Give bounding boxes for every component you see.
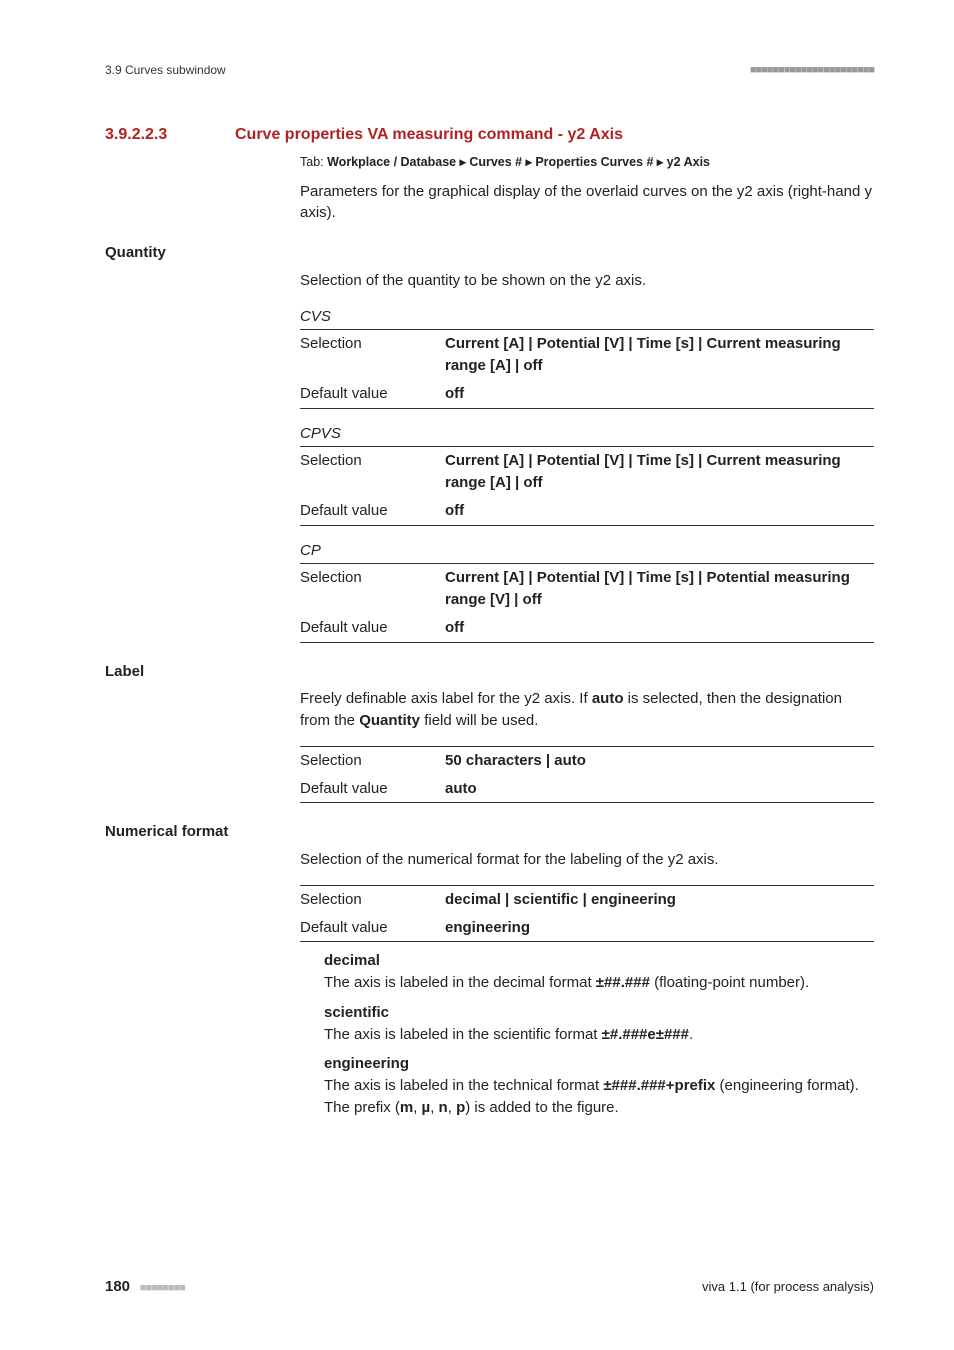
- label-heading: Label: [105, 661, 874, 683]
- table-cp: Selection Current [A] | Potential [V] | …: [300, 563, 874, 642]
- group-name-cvs: CVS: [300, 306, 874, 328]
- quantity-desc: Selection of the quantity to be shown on…: [300, 270, 874, 292]
- table-row: Default value off: [300, 614, 874, 642]
- cell-label: Default value: [300, 914, 445, 942]
- table-label: Selection 50 characters | auto Default v…: [300, 746, 874, 804]
- table-row: Selection Current [A] | Potential [V] | …: [300, 330, 874, 380]
- cell-value: off: [445, 497, 874, 525]
- footer-left: 180 ■■■■■■■■: [105, 1276, 185, 1298]
- cell-label: Default value: [300, 380, 445, 408]
- section-heading-row: 3.9.2.2.3 Curve properties VA measuring …: [105, 123, 874, 146]
- cell-value: Current [A] | Potential [V] | Time [s] |…: [445, 564, 874, 614]
- def-title: engineering: [324, 1053, 874, 1075]
- label-desc: Freely definable axis label for the y2 a…: [300, 688, 874, 732]
- table-cpvs: Selection Current [A] | Potential [V] | …: [300, 446, 874, 525]
- page-header: 3.9 Curves subwindow ■■■■■■■■■■■■■■■■■■■…: [105, 62, 874, 79]
- quantity-heading: Quantity: [105, 242, 874, 264]
- definition-scientific: scientific The axis is labeled in the sc…: [324, 1002, 874, 1046]
- table-numformat: Selection decimal | scientific | enginee…: [300, 885, 874, 943]
- cell-value: engineering: [445, 914, 874, 942]
- definition-engineering: engineering The axis is labeled in the t…: [324, 1053, 874, 1118]
- cell-label: Selection: [300, 564, 445, 614]
- cell-label: Selection: [300, 885, 445, 913]
- numformat-desc: Selection of the numerical format for th…: [300, 849, 874, 871]
- page-footer: 180 ■■■■■■■■ viva 1.1 (for process analy…: [105, 1276, 874, 1298]
- tab-path: Tab: Workplace / Database ▸ Curves # ▸ P…: [300, 153, 874, 171]
- section-title: Curve properties VA measuring command - …: [235, 123, 623, 146]
- section-number: 3.9.2.2.3: [105, 123, 235, 146]
- definition-decimal: decimal The axis is labeled in the decim…: [324, 950, 874, 994]
- table-row: Default value engineering: [300, 914, 874, 942]
- cell-value: decimal | scientific | engineering: [445, 885, 874, 913]
- table-row: Default value off: [300, 497, 874, 525]
- cell-label: Selection: [300, 447, 445, 497]
- footer-right: viva 1.1 (for process analysis): [702, 1278, 874, 1297]
- cell-label: Selection: [300, 330, 445, 380]
- def-title: decimal: [324, 950, 874, 972]
- cell-value: off: [445, 380, 874, 408]
- footer-dashes: ■■■■■■■■: [140, 1282, 185, 1294]
- table-row: Selection Current [A] | Potential [V] | …: [300, 564, 874, 614]
- cell-value: off: [445, 614, 874, 642]
- def-desc: The axis is labeled in the technical for…: [324, 1075, 874, 1119]
- header-left: 3.9 Curves subwindow: [105, 62, 226, 79]
- header-dashes: ■■■■■■■■■■■■■■■■■■■■■■: [750, 63, 874, 79]
- def-desc: The axis is labeled in the scientific fo…: [324, 1024, 874, 1046]
- tab-path-text: Workplace / Database ▸ Curves # ▸ Proper…: [327, 155, 710, 169]
- cell-value: 50 characters | auto: [445, 746, 874, 774]
- def-title: scientific: [324, 1002, 874, 1024]
- table-row: Selection decimal | scientific | enginee…: [300, 885, 874, 913]
- group-name-cpvs: CPVS: [300, 423, 874, 445]
- table-row: Default value off: [300, 380, 874, 408]
- cell-label: Default value: [300, 775, 445, 803]
- cell-value: Current [A] | Potential [V] | Time [s] |…: [445, 330, 874, 380]
- numformat-heading: Numerical format: [105, 821, 874, 843]
- cell-label: Default value: [300, 614, 445, 642]
- def-desc: The axis is labeled in the decimal forma…: [324, 972, 874, 994]
- cell-label: Default value: [300, 497, 445, 525]
- cell-label: Selection: [300, 746, 445, 774]
- group-name-cp: CP: [300, 540, 874, 562]
- page-number: 180: [105, 1278, 130, 1295]
- cell-value: auto: [445, 775, 874, 803]
- table-row: Default value auto: [300, 775, 874, 803]
- table-row: Selection Current [A] | Potential [V] | …: [300, 447, 874, 497]
- table-row: Selection 50 characters | auto: [300, 746, 874, 774]
- table-cvs: Selection Current [A] | Potential [V] | …: [300, 329, 874, 408]
- cell-value: Current [A] | Potential [V] | Time [s] |…: [445, 447, 874, 497]
- tab-prefix: Tab:: [300, 155, 327, 169]
- intro-paragraph: Parameters for the graphical display of …: [300, 181, 874, 225]
